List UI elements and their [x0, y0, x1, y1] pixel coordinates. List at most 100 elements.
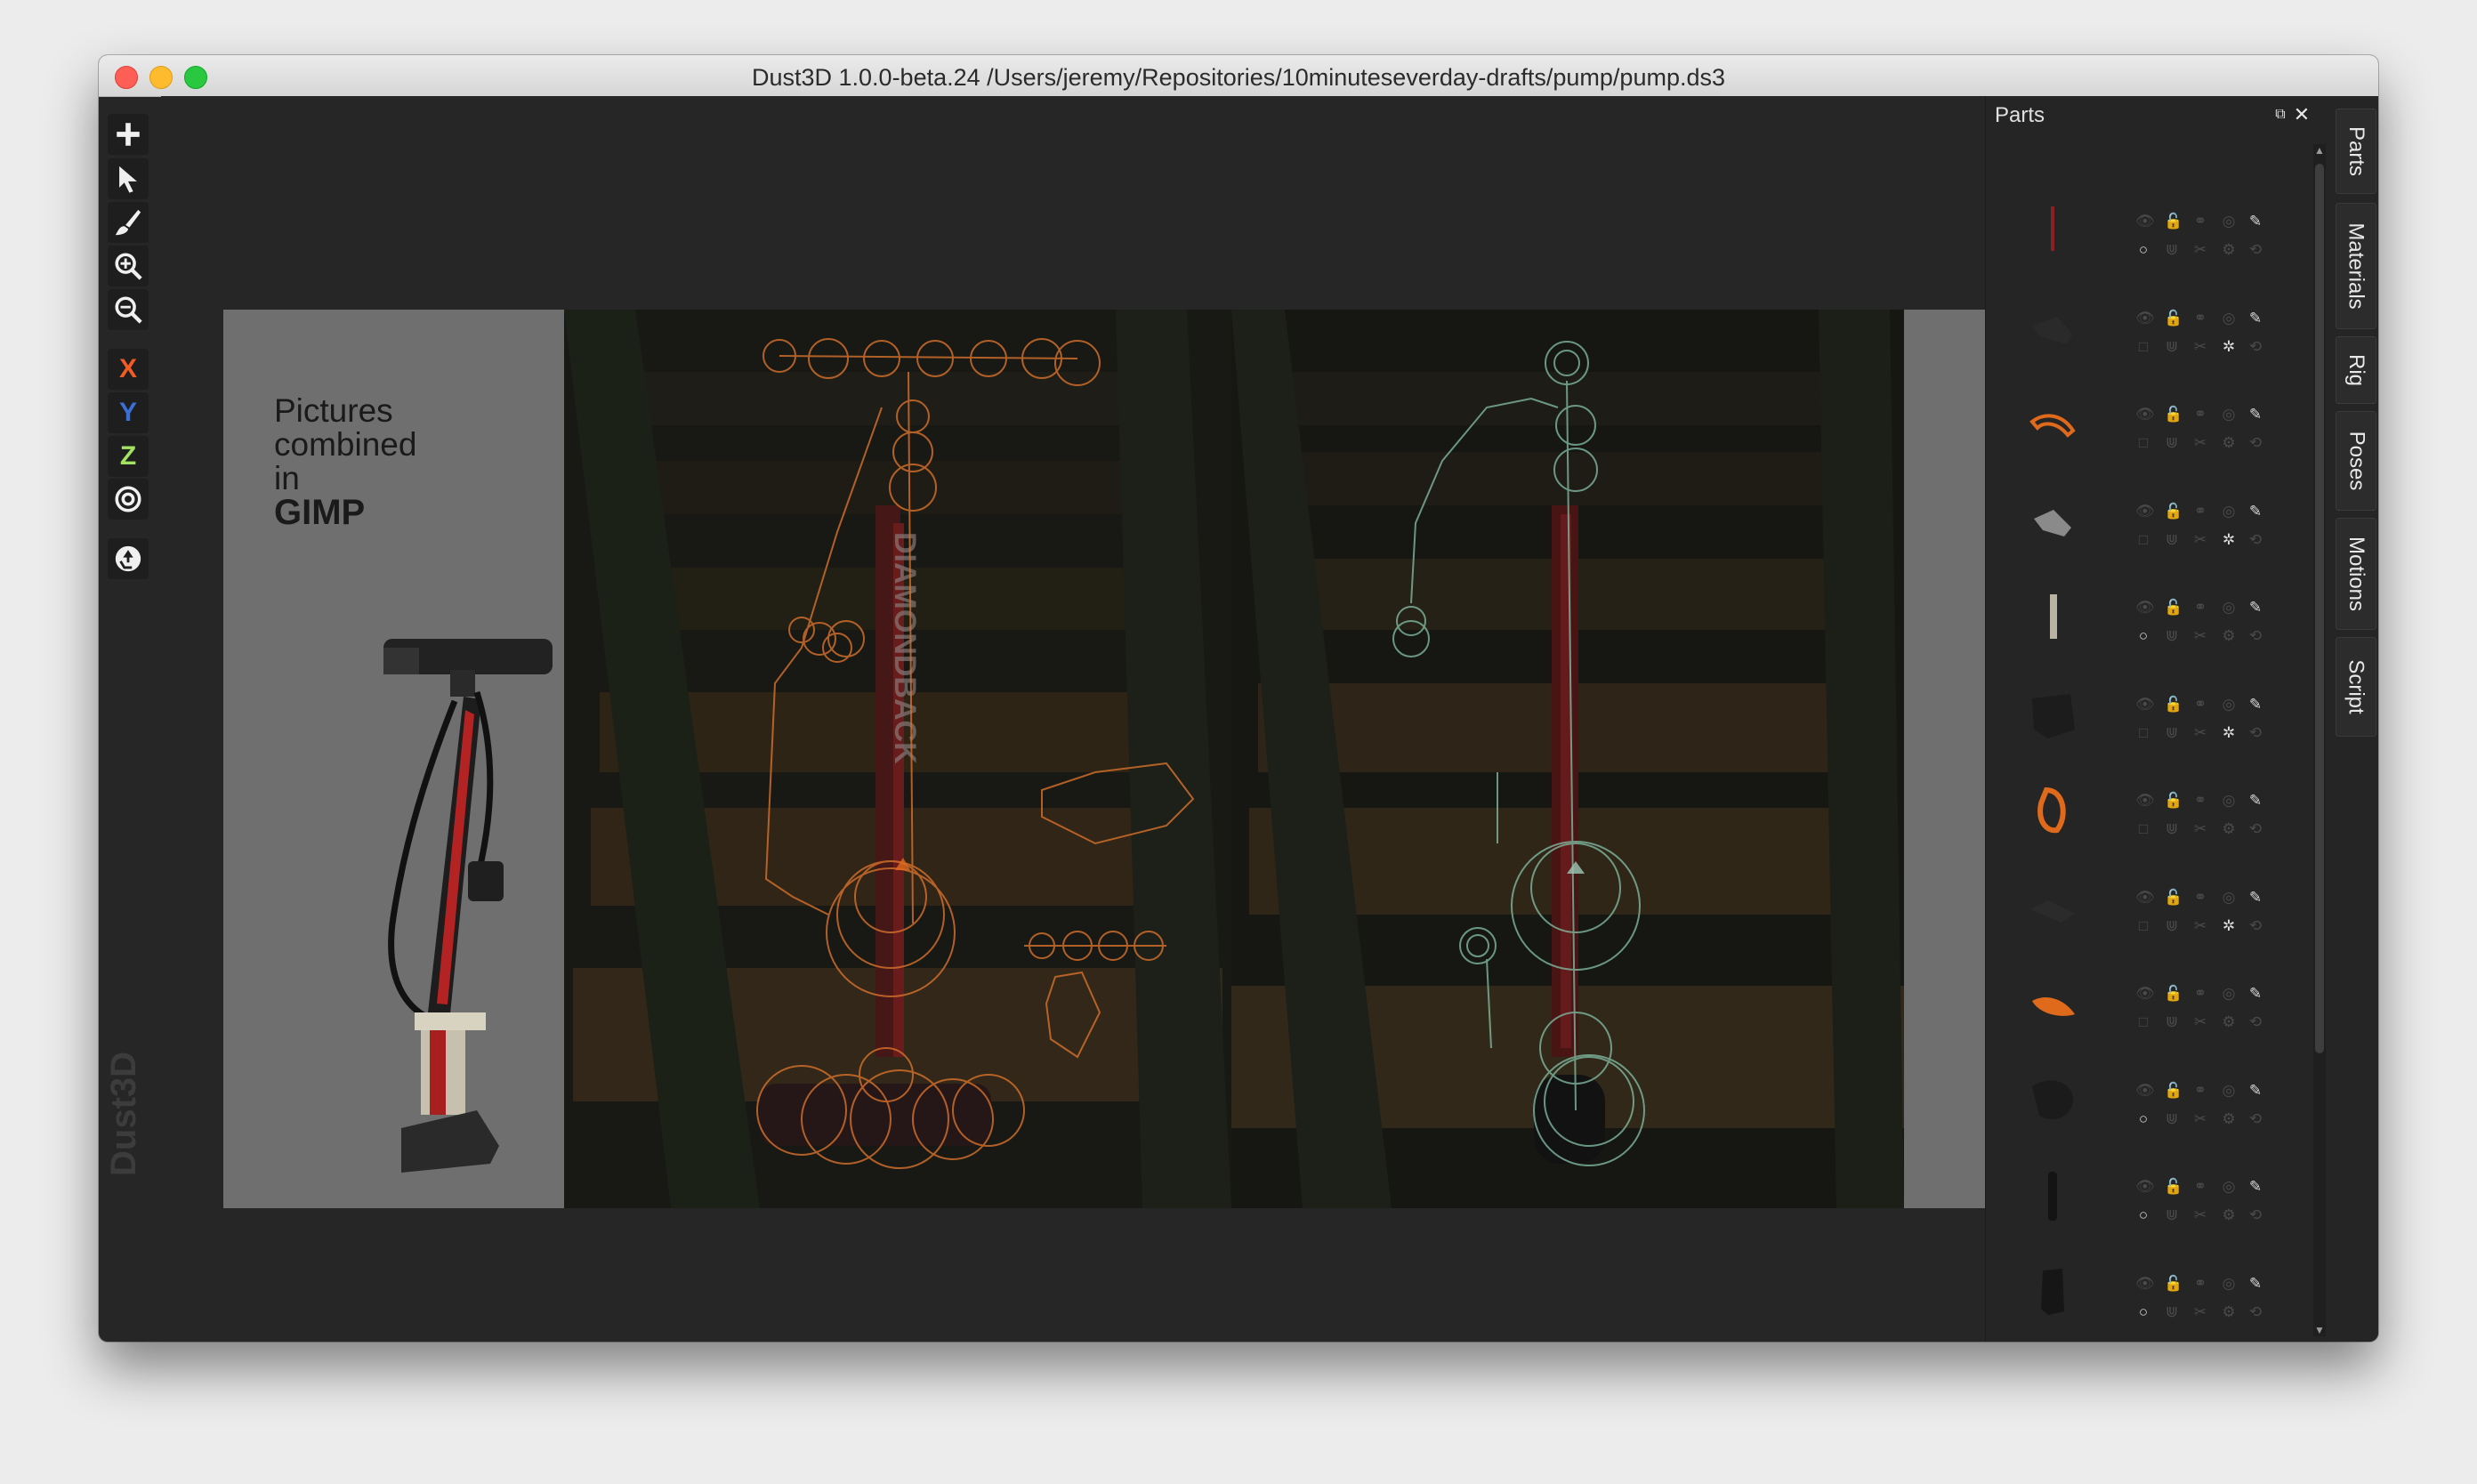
link-icon[interactable]: ⚭	[2192, 310, 2208, 327]
scroll-thumb[interactable]	[2315, 164, 2324, 1053]
part-list-item[interactable]: 👁 🔓 ⚭ ◎ ✎ □ ⋓ ✂ ✲ ⟲	[1986, 470, 2315, 566]
chamfer-icon[interactable]: ⋓	[2164, 1207, 2180, 1223]
rotate-icon[interactable]: ⟲	[2247, 338, 2263, 355]
tab-motions[interactable]: Motions	[2336, 518, 2376, 630]
zoom-in-button[interactable]	[108, 246, 149, 286]
pencil-icon[interactable]: ✎	[2247, 214, 2263, 230]
part-thumbnail[interactable]	[2021, 681, 2084, 743]
link-icon[interactable]: ⚭	[2192, 214, 2208, 230]
part-thumbnail[interactable]	[2021, 970, 2084, 1032]
eye-icon[interactable]: 👁	[2135, 696, 2155, 713]
globe-icon[interactable]: ◎	[2221, 696, 2237, 713]
globe-icon[interactable]: ◎	[2221, 793, 2237, 809]
gear-icon[interactable]: ⚙	[2221, 435, 2237, 451]
rotate-icon[interactable]: ⟲	[2247, 821, 2263, 837]
radius-lock-button[interactable]	[108, 479, 149, 520]
globe-icon[interactable]: ◎	[2221, 1275, 2237, 1292]
subdivide-icon[interactable]: ○	[2135, 242, 2151, 258]
part-list-item[interactable]: 👁 🔓 ⚭ ◎ ✎ ○ ⋓ ✂ ⚙ ⟲	[1986, 1049, 2315, 1145]
y-axis-lock-button[interactable]: Y	[108, 392, 149, 433]
part-list-item[interactable]: 👁 🔓 ⚭ ◎ ✎ □ ⋓ ✂ ✲ ⟲	[1986, 277, 2315, 373]
link-icon[interactable]: ⚭	[2192, 1179, 2208, 1195]
subdivide-icon[interactable]: □	[2135, 531, 2151, 548]
globe-icon[interactable]: ◎	[2221, 1179, 2237, 1195]
eye-icon[interactable]: 👁	[2135, 1275, 2155, 1292]
lock-icon[interactable]: 🔓	[2164, 1179, 2183, 1195]
chamfer-icon[interactable]: ⋓	[2164, 724, 2180, 741]
chamfer-icon[interactable]: ⋓	[2164, 1110, 2180, 1127]
pencil-icon[interactable]: ✎	[2247, 1082, 2263, 1099]
globe-icon[interactable]: ◎	[2221, 889, 2237, 906]
part-list-item[interactable]: 👁 🔓 ⚭ ◎ ✎ ○ ⋓ ✂ ⚙ ⟲	[1986, 1145, 2315, 1241]
eye-icon[interactable]: 👁	[2135, 214, 2155, 230]
globe-icon[interactable]: ◎	[2221, 1082, 2237, 1099]
node-graph-overlay[interactable]	[223, 310, 2021, 1208]
eye-icon[interactable]: 👁	[2135, 407, 2155, 423]
gear-icon[interactable]: ✲	[2221, 531, 2237, 548]
globe-icon[interactable]: ◎	[2221, 986, 2237, 1002]
lock-icon[interactable]: 🔓	[2164, 1275, 2183, 1292]
rotate-icon[interactable]: ⟲	[2247, 1207, 2263, 1223]
pencil-icon[interactable]: ✎	[2247, 503, 2263, 520]
chamfer-icon[interactable]: ⋓	[2164, 917, 2180, 934]
chamfer-icon[interactable]: ⋓	[2164, 338, 2180, 355]
gear-icon[interactable]: ✲	[2221, 917, 2237, 934]
cut-icon[interactable]: ✂	[2192, 917, 2208, 934]
link-icon[interactable]: ⚭	[2192, 407, 2208, 423]
paint-button[interactable]	[108, 202, 149, 243]
subdivide-icon[interactable]: □	[2135, 435, 2151, 451]
subdivide-icon[interactable]: □	[2135, 917, 2151, 934]
link-icon[interactable]: ⚭	[2192, 889, 2208, 906]
editor-canvas[interactable]: Pictures combined in GIMP DIAMONDBACK	[161, 96, 2092, 1342]
part-thumbnail[interactable]	[2021, 584, 2084, 646]
cut-icon[interactable]: ✂	[2192, 724, 2208, 741]
cut-icon[interactable]: ✂	[2192, 821, 2208, 837]
chamfer-icon[interactable]: ⋓	[2164, 242, 2180, 258]
lock-icon[interactable]: 🔓	[2164, 407, 2183, 423]
rotate-icon[interactable]: ⟲	[2247, 1303, 2263, 1320]
rotate-icon[interactable]: ⟲	[2247, 242, 2263, 258]
pencil-icon[interactable]: ✎	[2247, 696, 2263, 713]
subdivide-icon[interactable]: ○	[2135, 1207, 2151, 1223]
add-button[interactable]	[108, 114, 149, 155]
pencil-icon[interactable]: ✎	[2247, 600, 2263, 616]
close-icon[interactable]: ✕	[2292, 105, 2312, 125]
globe-icon[interactable]: ◎	[2221, 503, 2237, 520]
lock-icon[interactable]: 🔓	[2164, 889, 2183, 906]
pencil-icon[interactable]: ✎	[2247, 407, 2263, 423]
part-list-item[interactable]: 👁 🔓 ⚭ ◎ ✎ □ ⋓ ✂ ⚙ ⟲	[1986, 952, 2315, 1048]
link-icon[interactable]: ⚭	[2192, 986, 2208, 1002]
part-thumbnail[interactable]	[2021, 488, 2084, 550]
lock-icon[interactable]: 🔓	[2164, 1082, 2183, 1099]
subdivide-icon[interactable]: □	[2135, 821, 2151, 837]
pencil-icon[interactable]: ✎	[2247, 310, 2263, 327]
link-icon[interactable]: ⚭	[2192, 600, 2208, 616]
gear-icon[interactable]: ⚙	[2221, 1303, 2237, 1320]
globe-icon[interactable]: ◎	[2221, 600, 2237, 616]
subdivide-icon[interactable]: □	[2135, 724, 2151, 741]
z-axis-lock-button[interactable]: Z	[108, 436, 149, 477]
gear-icon[interactable]: ⚙	[2221, 821, 2237, 837]
eye-icon[interactable]: 👁	[2135, 889, 2155, 906]
chamfer-icon[interactable]: ⋓	[2164, 821, 2180, 837]
eye-icon[interactable]: 👁	[2135, 600, 2155, 616]
part-thumbnail[interactable]	[2021, 391, 2084, 453]
gear-icon[interactable]: ✲	[2221, 724, 2237, 741]
scroll-up-arrow-icon[interactable]: ▲	[2313, 144, 2326, 157]
cut-icon[interactable]: ✂	[2192, 435, 2208, 451]
subdivide-icon[interactable]: ○	[2135, 1110, 2151, 1127]
part-thumbnail[interactable]	[2021, 1260, 2084, 1322]
pencil-icon[interactable]: ✎	[2247, 889, 2263, 906]
gear-icon[interactable]: ✲	[2221, 338, 2237, 355]
subdivide-icon[interactable]: ○	[2135, 628, 2151, 644]
part-thumbnail[interactable]	[2021, 198, 2084, 260]
cut-icon[interactable]: ✂	[2192, 242, 2208, 258]
regenerate-button[interactable]	[108, 538, 149, 579]
rotate-icon[interactable]: ⟲	[2247, 628, 2263, 644]
globe-icon[interactable]: ◎	[2221, 214, 2237, 230]
part-list-item[interactable]: 👁 🔓 ⚭ ◎ ✎ □ ⋓ ✂ ✲ ⟲	[1986, 856, 2315, 952]
subdivide-icon[interactable]: □	[2135, 338, 2151, 355]
eye-icon[interactable]: 👁	[2135, 986, 2155, 1002]
eye-icon[interactable]: 👁	[2135, 793, 2155, 809]
cut-icon[interactable]: ✂	[2192, 1207, 2208, 1223]
